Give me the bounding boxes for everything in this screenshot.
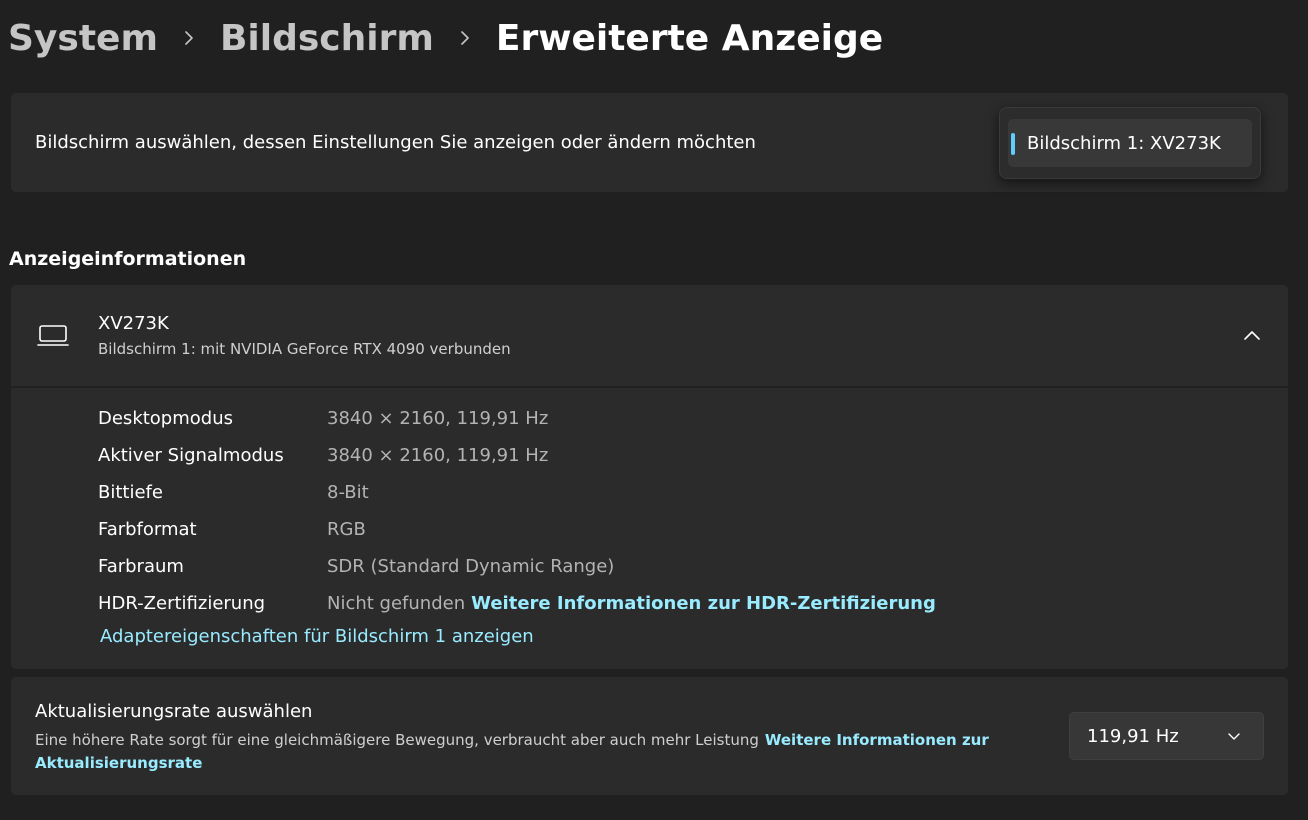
device-name: XV273K	[98, 313, 169, 334]
display-select-card: Bildschirm auswählen, dessen Einstellung…	[11, 93, 1288, 192]
section-heading: Anzeigeinformationen	[9, 248, 247, 270]
display-select-label: Bildschirm auswählen, dessen Einstellung…	[35, 132, 756, 153]
info-label: Farbraum	[98, 555, 184, 577]
display-select-dropdown[interactable]: Bildschirm 1: XV273K	[999, 107, 1261, 179]
refresh-rate-value: 119,91 Hz	[1087, 725, 1179, 747]
chevron-down-icon	[1228, 733, 1240, 740]
chevron-up-icon	[1244, 331, 1260, 340]
breadcrumb: System Bildschirm Erweiterte Anzeige	[8, 10, 883, 66]
breadcrumb-item-bildschirm[interactable]: Bildschirm	[220, 18, 434, 59]
info-label: Bittiefe	[98, 481, 163, 503]
info-value: 3840 × 2160, 119,91 Hz	[327, 444, 549, 466]
device-subtitle: Bildschirm 1: mit NVIDIA GeForce RTX 409…	[98, 340, 511, 358]
selection-indicator	[1011, 133, 1015, 155]
breadcrumb-item-system[interactable]: System	[8, 18, 158, 59]
info-value: 3840 × 2160, 119,91 Hz	[327, 407, 549, 429]
info-value: 8-Bit	[327, 481, 369, 503]
display-option-selected[interactable]: Bildschirm 1: XV273K	[1008, 119, 1252, 167]
refresh-rate-description-text: Eine höhere Rate sorgt für eine gleichmä…	[35, 731, 759, 749]
display-option-label: Bildschirm 1: XV273K	[1027, 132, 1221, 154]
chevron-right-icon	[158, 31, 220, 45]
info-value: RGB	[327, 518, 366, 540]
settings-page: System Bildschirm Erweiterte Anzeige Bil…	[0, 0, 1308, 820]
info-label: Aktiver Signalmodus	[98, 444, 284, 466]
adapter-properties-link[interactable]: Adaptereigenschaften für Bildschirm 1 an…	[100, 626, 534, 647]
display-info-body: Desktopmodus 3840 × 2160, 119,91 Hz Akti…	[11, 388, 1288, 669]
display-info-header[interactable]: XV273K Bildschirm 1: mit NVIDIA GeForce …	[11, 285, 1288, 386]
info-row-hdr: HDR-Zertifizierung Nicht gefunden Weiter…	[98, 588, 936, 618]
info-label: HDR-Zertifizierung	[98, 592, 266, 614]
page-title: Erweiterte Anzeige	[495, 17, 884, 59]
refresh-rate-card: Aktualisierungsrate auswählen Eine höher…	[11, 677, 1288, 795]
info-label: Desktopmodus	[98, 407, 233, 429]
monitor-icon	[37, 325, 69, 346]
info-label: Farbformat	[98, 518, 197, 540]
info-row-farbraum: Farbraum SDR (Standard Dynamic Range)	[98, 551, 614, 581]
info-row-farbformat: Farbformat RGB	[98, 514, 366, 544]
info-row-desktopmodus: Desktopmodus 3840 × 2160, 119,91 Hz	[98, 403, 548, 433]
info-value: Nicht gefunden	[327, 592, 466, 614]
hdr-info-link[interactable]: Weitere Informationen zur HDR-Zertifizie…	[471, 593, 936, 614]
info-row-signalmodus: Aktiver Signalmodus 3840 × 2160, 119,91 …	[98, 440, 548, 470]
refresh-rate-title: Aktualisierungsrate auswählen	[35, 701, 313, 722]
collapse-button[interactable]	[1237, 321, 1267, 351]
chevron-right-icon	[434, 31, 496, 45]
info-value: SDR (Standard Dynamic Range)	[327, 555, 615, 577]
refresh-rate-description: Eine höhere Rate sorgt für eine gleichmä…	[35, 729, 1035, 775]
refresh-rate-dropdown[interactable]: 119,91 Hz	[1069, 712, 1264, 760]
info-row-bittiefe: Bittiefe 8-Bit	[98, 477, 369, 507]
